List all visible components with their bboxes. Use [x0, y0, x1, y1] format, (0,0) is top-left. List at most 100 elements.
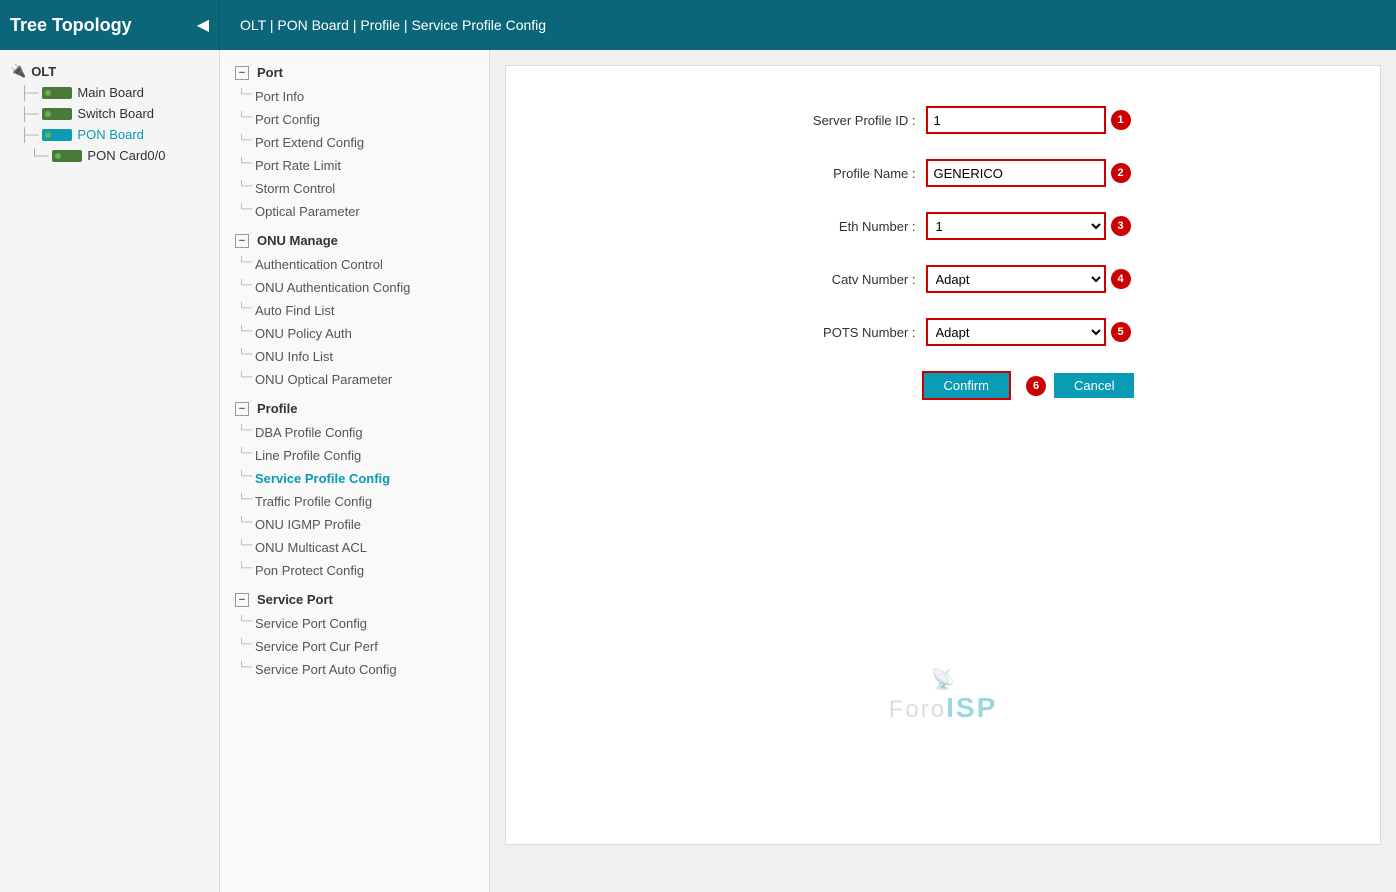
watermark: 📡 ForoISP	[889, 667, 998, 724]
form-area: Server Profile ID : 1 Profile Name : 2	[490, 50, 1396, 892]
menu-section-onu-manage-header[interactable]: − ONU Manage	[220, 228, 489, 253]
sidebar-item-pon-card[interactable]: └─ PON Card0/0	[0, 145, 219, 166]
eth-number-label: Eth Number :	[756, 219, 916, 234]
menu-item-storm-control[interactable]: Storm Control	[220, 177, 489, 200]
sidebar-item-pon-board[interactable]: ├─ PON Board	[0, 124, 219, 145]
profile-name-input[interactable]	[926, 159, 1106, 187]
form-row-buttons: Confirm 6 Cancel	[536, 371, 1350, 400]
onu-manage-toggle-icon[interactable]: −	[235, 234, 249, 248]
menu-item-auto-find-list[interactable]: Auto Find List	[220, 299, 489, 322]
server-profile-id-wrapper: 1	[926, 106, 1131, 134]
sidebar-item-main-board[interactable]: ├─ Main Board	[0, 82, 219, 103]
menu-item-port-rate-limit[interactable]: Port Rate Limit	[220, 154, 489, 177]
step-badge-3: 3	[1111, 216, 1131, 236]
content-layout: − Port Port Info Port Config Port Extend…	[220, 50, 1396, 892]
switch-board-label: Switch Board	[77, 106, 154, 121]
profile-toggle-icon[interactable]: −	[235, 402, 249, 416]
profile-name-wrapper: 2	[926, 159, 1131, 187]
menu-item-service-port-auto-config[interactable]: Service Port Auto Config	[220, 658, 489, 681]
cancel-button[interactable]: Cancel	[1054, 373, 1134, 398]
menu-section-port-header[interactable]: − Port	[220, 60, 489, 85]
step-badge-6: 6	[1026, 376, 1046, 396]
menu-item-onu-igmp-profile[interactable]: ONU IGMP Profile	[220, 513, 489, 536]
watermark-signal-icon: 📡	[889, 667, 998, 692]
menu-section-service-port-header[interactable]: − Service Port	[220, 587, 489, 612]
server-profile-id-label: Server Profile ID :	[756, 113, 916, 128]
form-row-pots-number: POTS Number : Adapt 0 2 5	[536, 318, 1350, 346]
pots-number-label: POTS Number :	[756, 325, 916, 340]
menu-item-port-config[interactable]: Port Config	[220, 108, 489, 131]
eth-number-wrapper: 1 2 4 3	[926, 212, 1131, 240]
pots-number-select[interactable]: Adapt 0 2	[926, 318, 1106, 346]
pots-number-wrapper: Adapt 0 2 5	[926, 318, 1131, 346]
menu-item-service-profile[interactable]: Service Profile Config	[220, 467, 489, 490]
catv-number-label: Catv Number :	[756, 272, 916, 287]
tree-branch-icon2: ├─	[20, 106, 38, 121]
menu-item-traffic-profile[interactable]: Traffic Profile Config	[220, 490, 489, 513]
menu-section-port: − Port Port Info Port Config Port Extend…	[220, 60, 489, 223]
app-title: Tree Topology	[10, 15, 132, 36]
eth-number-select[interactable]: 1 2 4	[926, 212, 1106, 240]
service-port-toggle-icon[interactable]: −	[235, 593, 249, 607]
step-badge-4: 4	[1111, 269, 1131, 289]
switch-board-icon	[42, 108, 72, 120]
menu-panel: − Port Port Info Port Config Port Extend…	[220, 50, 490, 892]
watermark-text: ForoISP	[889, 692, 998, 724]
menu-item-optical-parameter[interactable]: Optical Parameter	[220, 200, 489, 223]
pon-card-label: PON Card0/0	[87, 148, 165, 163]
port-section-label: Port	[257, 65, 283, 80]
form-container: Server Profile ID : 1 Profile Name : 2	[505, 65, 1381, 845]
sidebar-item-olt[interactable]: 🔌 OLT	[0, 60, 219, 82]
sidebar-item-switch-board[interactable]: ├─ Switch Board	[0, 103, 219, 124]
buttons-wrapper: Confirm 6 Cancel	[922, 371, 1135, 400]
menu-item-port-info[interactable]: Port Info	[220, 85, 489, 108]
menu-item-line-profile[interactable]: Line Profile Config	[220, 444, 489, 467]
olt-label: OLT	[31, 64, 56, 79]
tree-branch-icon: ├─	[20, 85, 38, 100]
menu-item-onu-multicast-acl[interactable]: ONU Multicast ACL	[220, 536, 489, 559]
pon-board-icon	[42, 129, 72, 141]
form-row-eth-number: Eth Number : 1 2 4 3	[536, 212, 1350, 240]
collapse-icon[interactable]: ◀	[197, 15, 209, 35]
menu-section-service-port: − Service Port Service Port Config Servi…	[220, 587, 489, 681]
profile-name-label: Profile Name :	[756, 166, 916, 181]
catv-number-wrapper: Adapt 0 1 4	[926, 265, 1131, 293]
sidebar-tree: 🔌 OLT ├─ Main Board ├─ Switch Board ├─ P…	[0, 50, 220, 892]
pon-card-icon	[52, 150, 82, 162]
menu-item-onu-auth-config[interactable]: ONU Authentication Config	[220, 276, 489, 299]
step-badge-5: 5	[1111, 322, 1131, 342]
menu-section-onu-manage: − ONU Manage Authentication Control ONU …	[220, 228, 489, 391]
breadcrumb: OLT | PON Board | Profile | Service Prof…	[220, 17, 566, 33]
service-port-section-label: Service Port	[257, 592, 333, 607]
server-profile-id-input[interactable]	[926, 106, 1106, 134]
menu-section-profile: − Profile DBA Profile Config Line Profil…	[220, 396, 489, 582]
menu-item-service-port-config[interactable]: Service Port Config	[220, 612, 489, 635]
tree-branch-icon4: └─	[30, 148, 48, 163]
menu-item-onu-info-list[interactable]: ONU Info List	[220, 345, 489, 368]
menu-item-auth-control[interactable]: Authentication Control	[220, 253, 489, 276]
onu-manage-section-label: ONU Manage	[257, 233, 338, 248]
menu-item-dba-profile[interactable]: DBA Profile Config	[220, 421, 489, 444]
app-header: Tree Topology ◀ OLT | PON Board | Profil…	[0, 0, 1396, 50]
step-badge-2: 2	[1111, 163, 1131, 183]
menu-item-port-extend-config[interactable]: Port Extend Config	[220, 131, 489, 154]
confirm-button[interactable]: Confirm	[922, 371, 1012, 400]
menu-item-onu-optical-param[interactable]: ONU Optical Parameter	[220, 368, 489, 391]
port-toggle-icon[interactable]: −	[235, 66, 249, 80]
menu-section-profile-header[interactable]: − Profile	[220, 396, 489, 421]
form-row-server-profile-id: Server Profile ID : 1	[536, 106, 1350, 134]
tree-branch-icon3: ├─	[20, 127, 38, 142]
menu-item-pon-protect-config[interactable]: Pon Protect Config	[220, 559, 489, 582]
board-icon	[42, 87, 72, 99]
catv-number-select[interactable]: Adapt 0 1	[926, 265, 1106, 293]
menu-item-service-port-cur-perf[interactable]: Service Port Cur Perf	[220, 635, 489, 658]
sidebar-header: Tree Topology ◀	[0, 0, 220, 50]
main-layout: 🔌 OLT ├─ Main Board ├─ Switch Board ├─ P…	[0, 50, 1396, 892]
step-badge-1: 1	[1111, 110, 1131, 130]
profile-section-label: Profile	[257, 401, 297, 416]
form-row-catv-number: Catv Number : Adapt 0 1 4	[536, 265, 1350, 293]
form-row-profile-name: Profile Name : 2	[536, 159, 1350, 187]
menu-item-onu-policy-auth[interactable]: ONU Policy Auth	[220, 322, 489, 345]
olt-icon: 🔌	[10, 63, 26, 79]
pon-board-label: PON Board	[77, 127, 143, 142]
